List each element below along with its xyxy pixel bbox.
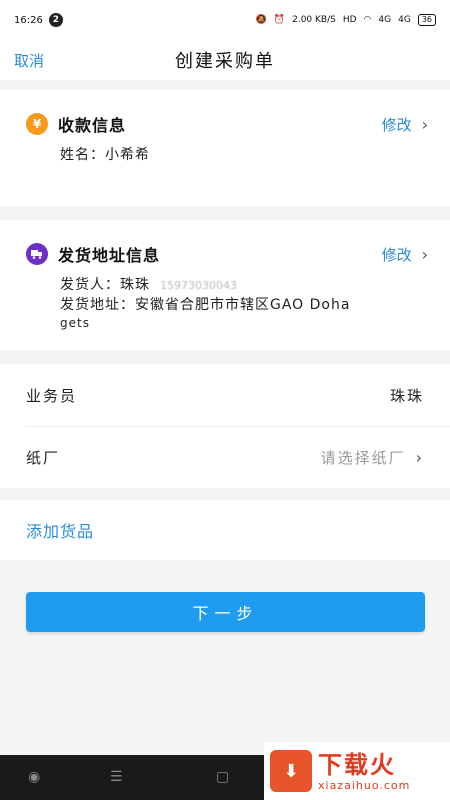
home-icon[interactable]: ▢ bbox=[216, 769, 229, 785]
sender-line: 发货人：珠珠 15973030043 bbox=[60, 274, 237, 294]
salesperson-label: 业务员 bbox=[26, 386, 78, 405]
paper-factory-placeholder: 请选择纸厂 bbox=[320, 448, 406, 467]
payment-info-card: ¥ 收款信息 修改 › 姓名：小希希 bbox=[0, 90, 450, 206]
hd-label: HD bbox=[342, 15, 357, 25]
chevron-right-icon: › bbox=[421, 244, 428, 264]
watermark: ⬇ 下载火 xiazaihuo.com bbox=[264, 742, 450, 800]
add-goods-card: 添加货品 bbox=[0, 500, 450, 560]
watermark-text: 下载火 xiazaihuo.com bbox=[318, 751, 410, 792]
edit-shipping-button[interactable]: 修改 › bbox=[382, 244, 428, 265]
battery-icon: 36 bbox=[417, 14, 436, 26]
watermark-sub: xiazaihuo.com bbox=[318, 778, 411, 792]
fire-logo-icon: ⬇ bbox=[270, 750, 312, 792]
watermark-main: 下载火 bbox=[318, 750, 396, 779]
next-step-button[interactable]: 下一步 bbox=[26, 592, 425, 632]
alarm-icon: ⏰ bbox=[273, 15, 286, 25]
paper-factory-label: 纸厂 bbox=[26, 448, 61, 467]
signal-4g-2: 4G bbox=[398, 15, 411, 25]
edit-payment-button[interactable]: 修改 › bbox=[382, 114, 428, 135]
sender-name: 发货人：珠珠 bbox=[60, 277, 150, 293]
salesperson-value: 珠珠 bbox=[389, 386, 424, 405]
chevron-right-icon: › bbox=[415, 447, 424, 467]
page-title: 创建采购单 bbox=[175, 51, 275, 72]
shipping-info-card: 发货地址信息 修改 › 发货人：珠珠 15973030043 发货地址：安徽省合肥… bbox=[0, 220, 450, 350]
salesperson-row: 业务员 珠珠 bbox=[26, 364, 424, 426]
recent-apps-icon[interactable]: ◉ bbox=[28, 769, 40, 785]
shipping-info-header: 发货地址信息 修改 › bbox=[26, 242, 428, 266]
wifi-icon: ◠ bbox=[363, 15, 372, 25]
status-left: 16:26 2 bbox=[14, 13, 63, 27]
menu-icon[interactable]: ☰ bbox=[110, 769, 123, 785]
net-speed: 2.00 KB/S bbox=[292, 15, 336, 25]
paper-factory-select[interactable]: 请选择纸厂 › bbox=[321, 447, 424, 468]
chevron-right-icon: › bbox=[421, 114, 428, 134]
payment-info-title: 收款信息 bbox=[58, 116, 127, 135]
paper-factory-row[interactable]: 纸厂 请选择纸厂 › bbox=[26, 426, 424, 488]
cancel-button[interactable]: 取消 bbox=[14, 50, 44, 71]
nav-bar: 取消 创建采购单 bbox=[0, 40, 450, 80]
signal-4g-1: 4G bbox=[378, 15, 392, 25]
status-time: 16:26 bbox=[14, 14, 43, 26]
payment-info-header: ¥ 收款信息 修改 › bbox=[26, 112, 428, 136]
notification-badge: 2 bbox=[48, 13, 63, 27]
add-goods-button[interactable]: 添加货品 bbox=[26, 518, 94, 542]
status-bar: 16:26 2 🔕 ⏰ 2.00 KB/S HD ◠ 4G 4G 36 bbox=[0, 0, 450, 40]
shipping-info-title: 发货地址信息 bbox=[58, 246, 161, 265]
sender-address-line-2: gets bbox=[60, 316, 90, 330]
edit-shipping-label: 修改 bbox=[381, 245, 412, 264]
truck-icon bbox=[26, 243, 48, 265]
sender-phone: 15973030043 bbox=[160, 279, 237, 292]
edit-payment-label: 修改 bbox=[381, 115, 412, 134]
sender-address-line-1: 发货地址：安徽省合肥市市辖区GAO Doha bbox=[60, 297, 351, 313]
payee-name: 姓名：小希希 bbox=[60, 147, 150, 163]
status-right: 🔕 ⏰ 2.00 KB/S HD ◠ 4G 4G 36 bbox=[256, 14, 436, 26]
yen-icon: ¥ bbox=[26, 113, 48, 135]
staff-card: 业务员 珠珠 纸厂 请选择纸厂 › bbox=[0, 364, 450, 488]
mute-icon: 🔕 bbox=[255, 15, 267, 25]
